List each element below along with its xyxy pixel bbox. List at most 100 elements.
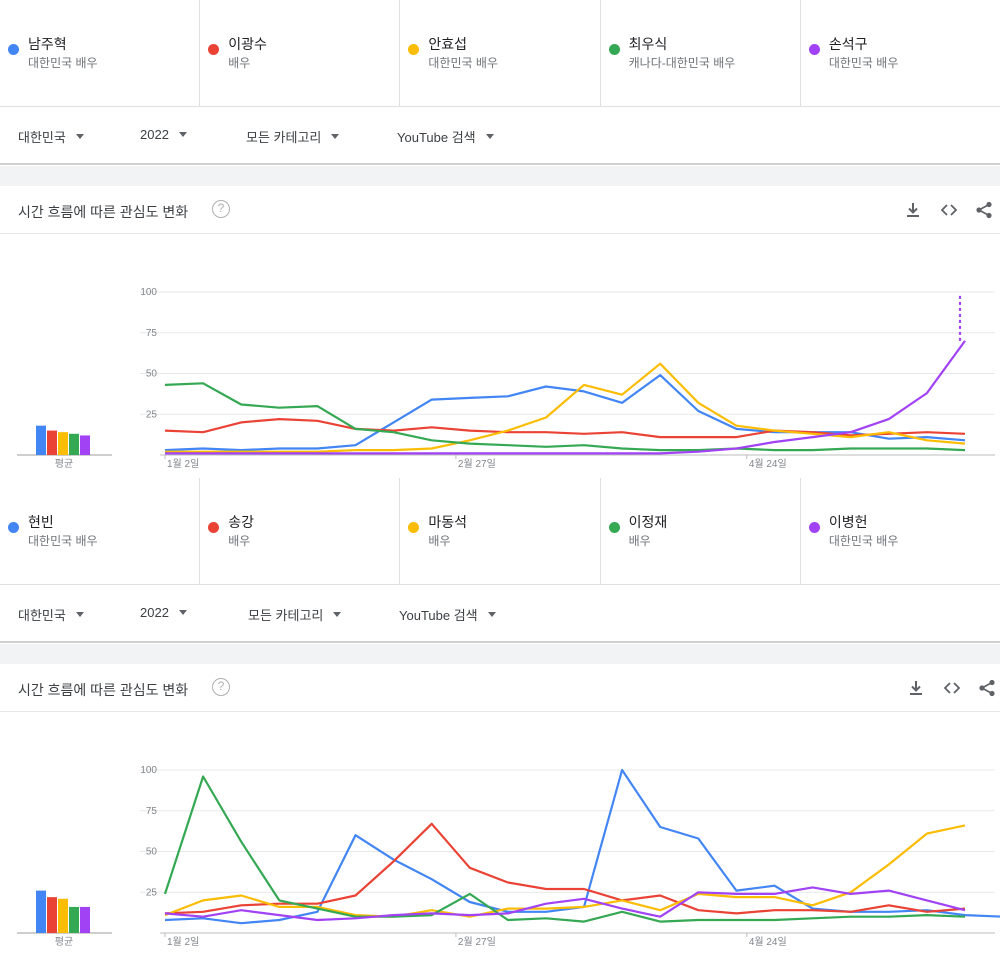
search-term-4[interactable]: 최우식 캐나다-대한민국 배우 bbox=[601, 0, 801, 106]
average-bar bbox=[36, 890, 46, 933]
y-tick-label: 100 bbox=[140, 287, 157, 298]
caret-down-icon bbox=[333, 612, 342, 617]
region-dropdown[interactable]: 대한민국 bbox=[18, 127, 84, 146]
search-term-3[interactable]: 마동석 배우 bbox=[400, 478, 601, 584]
search-term-4[interactable]: 이정재 배우 bbox=[601, 478, 801, 584]
interest-over-time-chart: 25 50 75 100 1월 2일 2월 27일 4월 24일 평균 bbox=[0, 235, 1000, 475]
x-tick-label: 2월 27일 bbox=[458, 936, 496, 948]
x-tick-label: 1월 2일 bbox=[167, 458, 199, 470]
term-name: 안효섭 bbox=[428, 36, 468, 52]
caret-down-icon bbox=[485, 134, 494, 139]
term-name: 이병헌 bbox=[828, 514, 868, 530]
y-tick-label: 25 bbox=[146, 409, 158, 420]
share-icon[interactable] bbox=[978, 679, 996, 697]
term-name: 남주혁 bbox=[28, 36, 67, 52]
search-type-dropdown[interactable]: YouTube 검색 bbox=[399, 605, 496, 624]
series-line bbox=[164, 418, 966, 439]
filter-bar: 대한민국 2022 모든 카테고리 YouTube 검색 bbox=[0, 585, 1000, 643]
embed-icon[interactable] bbox=[943, 679, 961, 697]
term-subtitle: 대한민국 배우 bbox=[28, 534, 98, 548]
term-name: 마동석 bbox=[428, 514, 468, 530]
search-term-2[interactable]: 송강 배우 bbox=[200, 478, 401, 584]
term-name: 현빈 bbox=[28, 514, 54, 530]
search-term-3[interactable]: 안효섭 대한민국 배우 bbox=[400, 0, 601, 106]
caret-down-icon bbox=[75, 612, 84, 617]
region-dropdown[interactable]: 대한민국 bbox=[18, 605, 84, 624]
category-value: 모든 카테고리 bbox=[248, 608, 324, 623]
category-dropdown[interactable]: 모든 카테고리 bbox=[248, 605, 342, 624]
average-bar bbox=[47, 897, 57, 933]
help-icon[interactable]: ? bbox=[212, 678, 230, 696]
search-term-1[interactable]: 현빈 대한민국 배우 bbox=[0, 478, 201, 584]
series-color-dot bbox=[808, 522, 820, 533]
region-value: 대한민국 bbox=[18, 130, 66, 145]
download-icon[interactable] bbox=[904, 201, 922, 219]
line-chart: 25 50 75 100 1월 2일 2월 27일 4월 24일 평균 bbox=[17, 287, 995, 470]
search-type-value: YouTube 검색 bbox=[399, 608, 478, 623]
term-subtitle: 캐나다-대한민국 배우 bbox=[628, 56, 736, 70]
search-type-value: YouTube 검색 bbox=[397, 130, 476, 145]
caret-down-icon bbox=[178, 610, 187, 615]
term-subtitle: 대한민국 배우 bbox=[828, 534, 899, 548]
term-name: 송강 bbox=[228, 514, 254, 530]
caret-down-icon bbox=[75, 134, 84, 139]
download-icon[interactable] bbox=[907, 679, 925, 697]
series-color-dot bbox=[8, 522, 19, 533]
section-divider bbox=[0, 644, 1000, 664]
series-color-dot bbox=[608, 44, 620, 55]
y-tick-label: 50 bbox=[146, 847, 158, 858]
help-icon[interactable]: ? bbox=[212, 200, 230, 218]
term-name: 이정재 bbox=[628, 514, 668, 530]
card-header: 시간 흐름에 따른 관심도 변화 ? bbox=[0, 664, 1000, 712]
x-tick-label: 2월 27일 bbox=[458, 458, 496, 470]
series-line bbox=[164, 768, 1000, 925]
term-subtitle: 배우 bbox=[228, 56, 251, 70]
search-term-2[interactable]: 이광수 배우 bbox=[200, 0, 401, 106]
average-bar bbox=[58, 432, 68, 455]
caret-down-icon bbox=[487, 612, 496, 617]
category-value: 모든 카테고리 bbox=[246, 130, 322, 145]
card-header: 시간 흐름에 따른 관심도 변화 ? bbox=[0, 186, 1000, 234]
year-dropdown[interactable]: 2022 bbox=[140, 605, 187, 620]
search-term-1[interactable]: 남주혁 대한민국 배우 bbox=[0, 0, 201, 106]
term-subtitle: 배우 bbox=[228, 534, 251, 548]
embed-icon[interactable] bbox=[940, 201, 958, 219]
category-dropdown[interactable]: 모든 카테고리 bbox=[246, 127, 340, 146]
y-tick-label: 75 bbox=[146, 328, 158, 339]
y-tick-label: 50 bbox=[146, 369, 158, 380]
term-subtitle: 대한민국 배우 bbox=[28, 56, 98, 70]
search-term-5[interactable]: 손석구 대한민국 배우 bbox=[801, 0, 1000, 106]
caret-down-icon bbox=[178, 132, 187, 137]
search-type-dropdown[interactable]: YouTube 검색 bbox=[397, 127, 494, 146]
y-tick-label: 100 bbox=[140, 765, 157, 776]
average-label: 평균 bbox=[55, 936, 73, 948]
x-tick-label: 4월 24일 bbox=[749, 936, 787, 948]
term-subtitle: 배우 bbox=[628, 534, 651, 548]
y-tick-label: 25 bbox=[146, 887, 158, 898]
term-name: 최우식 bbox=[628, 36, 668, 52]
average-bar bbox=[69, 906, 79, 933]
search-term-5[interactable]: 이병헌 대한민국 배우 bbox=[801, 478, 1000, 584]
region-value: 대한민국 bbox=[18, 608, 66, 623]
average-bar bbox=[36, 425, 46, 455]
average-bar bbox=[47, 430, 57, 455]
term-subtitle: 대한민국 배우 bbox=[428, 56, 498, 70]
average-bar bbox=[80, 906, 90, 933]
series-line bbox=[163, 775, 966, 923]
x-tick-label: 1월 2일 bbox=[167, 936, 199, 948]
series-color-dot bbox=[408, 522, 420, 533]
share-icon[interactable] bbox=[975, 201, 993, 219]
filter-bar: 대한민국 2022 모든 카테고리 YouTube 검색 bbox=[0, 107, 1000, 165]
line-chart: 25 50 75 100 1월 2일 2월 27일 4월 24일 평균 bbox=[17, 765, 1000, 948]
year-dropdown[interactable]: 2022 bbox=[140, 127, 187, 142]
average-bar bbox=[69, 433, 79, 455]
year-value: 2022 bbox=[140, 127, 169, 142]
term-subtitle: 대한민국 배우 bbox=[828, 56, 899, 70]
caret-down-icon bbox=[331, 134, 340, 139]
card-title: 시간 흐름에 따른 관심도 변화 bbox=[18, 204, 189, 220]
card-title: 시간 흐름에 따른 관심도 변화 bbox=[18, 682, 189, 698]
series-color-dot bbox=[808, 44, 820, 55]
series-color-dot bbox=[408, 44, 420, 55]
term-subtitle: 배우 bbox=[428, 534, 451, 548]
y-tick-label: 75 bbox=[146, 806, 158, 817]
